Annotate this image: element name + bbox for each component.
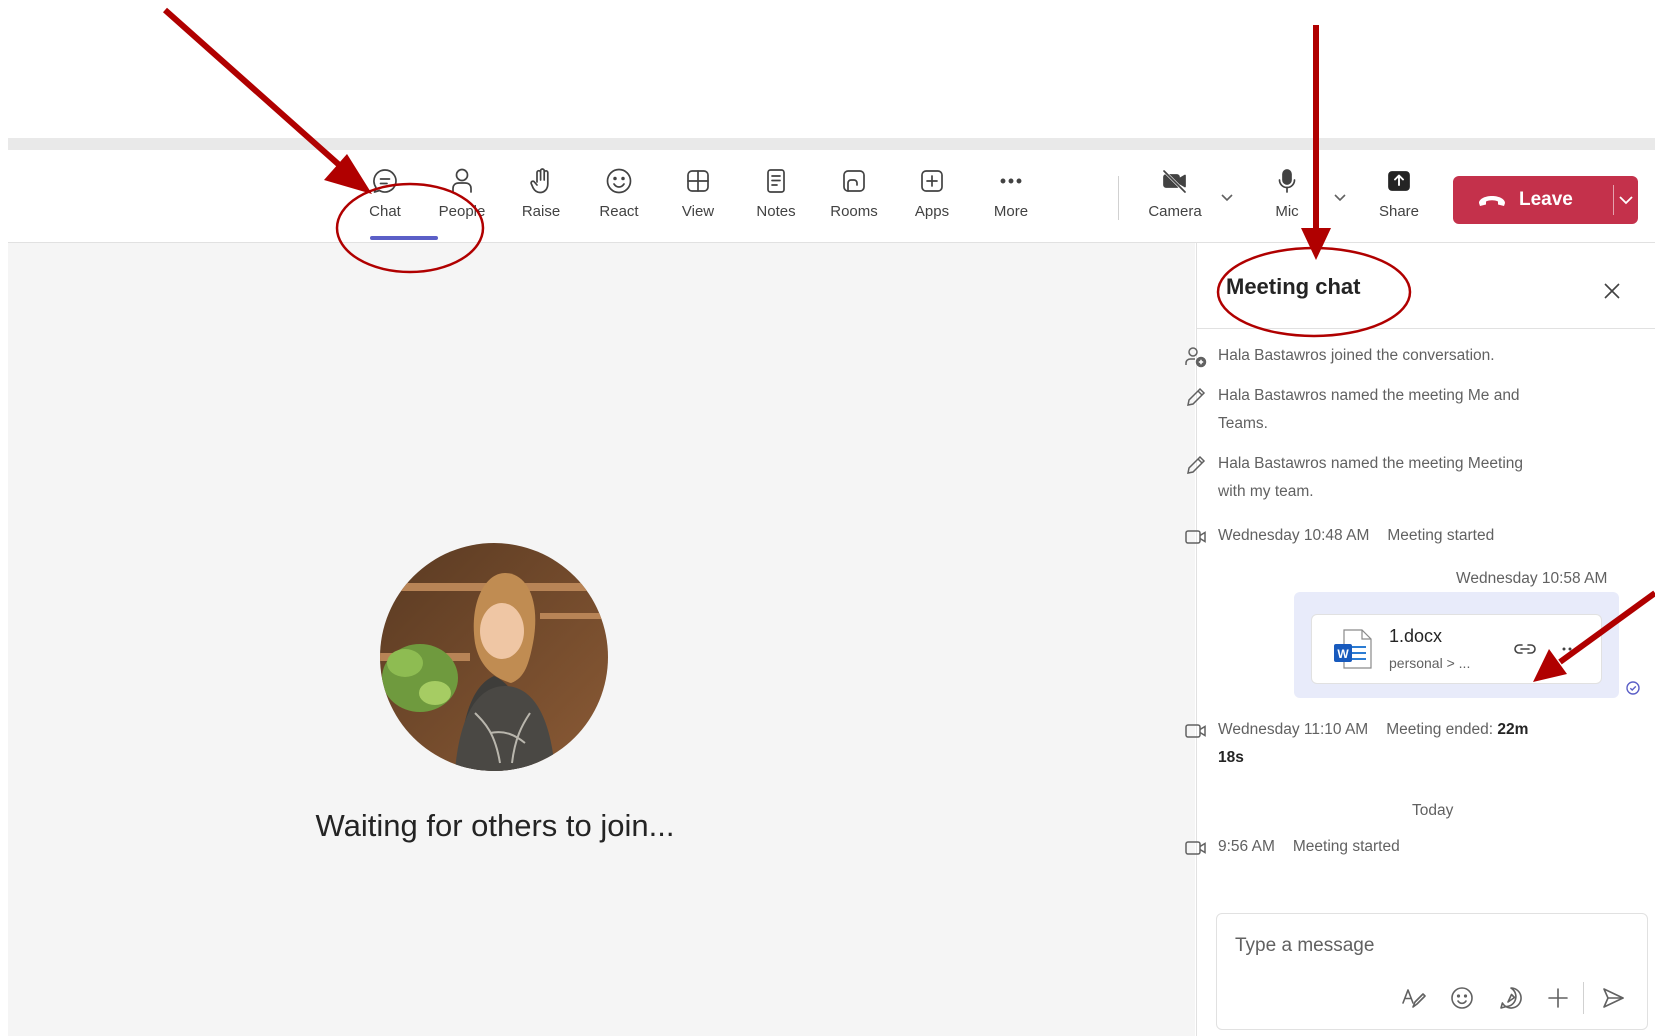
event-text: Meeting started <box>1292 838 1400 855</box>
event-time: Wednesday 10:48 AM <box>1218 527 1370 544</box>
leave-button[interactable]: Leave <box>1453 176 1638 224</box>
toolbar-more-button[interactable]: More <box>975 166 1047 228</box>
toolbar-chat-button[interactable]: Chat <box>349 166 421 228</box>
mic-icon <box>1278 169 1296 193</box>
toolbar-divider <box>1118 176 1119 220</box>
toolbar-view-button[interactable]: View <box>662 166 734 228</box>
person-add-icon <box>1185 347 1207 368</box>
window-top-strip <box>8 138 1655 150</box>
camera-off-icon <box>1162 169 1187 194</box>
toolbar-react-button[interactable]: React <box>583 166 655 228</box>
rooms-icon <box>843 170 865 192</box>
waiting-status-text: Waiting for others to join... <box>315 808 675 843</box>
toolbar-label: Apps <box>914 203 950 220</box>
toolbar-label: Raise <box>521 203 561 220</box>
video-icon <box>1185 841 1206 855</box>
link-icon[interactable] <box>1512 637 1538 661</box>
participant-photo <box>380 543 608 771</box>
chevron-down-icon <box>1619 196 1633 205</box>
toolbar-raise-button[interactable]: Raise <box>505 166 577 228</box>
event-text: Teams. <box>1218 415 1268 432</box>
send-icon[interactable] <box>1600 985 1626 1011</box>
loop-component-icon[interactable] <box>1498 985 1524 1011</box>
chat-event-meeting-started: Wednesday 10:48 AM Meeting started <box>1185 522 1495 550</box>
event-time: Wednesday 11:10 AM <box>1218 721 1369 738</box>
avatar <box>380 543 608 771</box>
video-icon <box>1185 724 1206 738</box>
more-dots-icon <box>1000 178 1022 184</box>
camera-options-chevron-icon[interactable] <box>1216 186 1238 208</box>
share-icon <box>1388 171 1410 191</box>
toolbar-people-button[interactable]: People <box>426 166 498 228</box>
event-text: Hala Bastawros named the meeting Me and <box>1218 387 1520 404</box>
add-plus-icon[interactable] <box>1545 985 1571 1011</box>
toolbar-notes-button[interactable]: Notes <box>740 166 812 228</box>
chat-header-divider <box>1196 328 1655 329</box>
chat-event-meeting-ended: Wednesday 11:10 AM Meeting ended: 22m 18s <box>1185 716 1529 772</box>
video-icon <box>1185 530 1206 544</box>
notes-icon <box>767 169 785 193</box>
toolbar-label: Rooms <box>830 203 878 220</box>
chat-event-renamed: Hala Bastawros named the meeting Meeting… <box>1187 450 1523 506</box>
toolbar-label: View <box>681 203 715 220</box>
day-divider: Today <box>1412 802 1454 819</box>
message-input[interactable] <box>1233 930 1627 962</box>
file-attachment-card[interactable]: W 1.docx personal > ... <box>1311 614 1602 684</box>
word-doc-icon: W <box>1334 629 1372 669</box>
meeting-duration: 22m <box>1497 721 1529 738</box>
apps-plus-icon <box>921 170 943 192</box>
event-text: Meeting started <box>1387 527 1495 544</box>
event-text: Hala Bastawros named the meeting Meeting <box>1218 455 1523 472</box>
leave-options-button[interactable] <box>1614 189 1638 211</box>
read-receipt-icon <box>1626 681 1640 695</box>
toolbar-apps-button[interactable]: Apps <box>896 166 968 228</box>
chat-event-renamed: Hala Bastawros named the meeting Me and … <box>1187 382 1520 438</box>
meeting-duration: 18s <box>1218 749 1244 766</box>
event-text: with my team. <box>1218 483 1314 500</box>
people-icon <box>452 168 472 193</box>
raise-hand-icon <box>530 168 549 194</box>
composer-divider <box>1583 982 1584 1014</box>
chat-active-indicator <box>370 236 438 240</box>
toolbar-label: Share <box>1378 203 1420 220</box>
toolbar-label: Chat <box>369 203 401 220</box>
emoji-icon[interactable] <box>1449 985 1475 1011</box>
chat-event-joined: Hala Bastawros joined the conversation. <box>1185 342 1495 370</box>
toolbar-rooms-button[interactable]: Rooms <box>818 166 890 228</box>
leave-label: Leave <box>1519 189 1573 210</box>
event-text: Meeting ended: <box>1386 721 1494 738</box>
event-text: Hala Bastawros joined the conversation. <box>1218 347 1495 364</box>
toolbar-camera-button[interactable]: Camera <box>1139 166 1211 228</box>
message-timestamp: Wednesday 10:58 AM <box>1456 570 1608 587</box>
toolbar-label: People <box>438 203 486 220</box>
chat-icon <box>373 169 397 193</box>
mic-options-chevron-icon[interactable] <box>1329 186 1351 208</box>
hang-up-phone-icon <box>1479 196 1505 206</box>
svg-text:W: W <box>1337 647 1349 661</box>
pencil-icon <box>1187 455 1206 474</box>
message-composer <box>1216 913 1648 1030</box>
toolbar-label: Camera <box>1148 203 1202 220</box>
chat-event-meeting-started: 9:56 AM Meeting started <box>1185 833 1400 861</box>
chat-panel-title: Meeting chat <box>1226 274 1361 299</box>
attachment-file-name: 1.docx <box>1389 626 1443 646</box>
smile-icon <box>606 168 632 194</box>
toolbar-mic-button[interactable]: Mic <box>1251 166 1323 228</box>
close-icon[interactable] <box>1601 280 1623 302</box>
format-text-icon[interactable] <box>1400 985 1426 1011</box>
toolbar-share-button[interactable]: Share <box>1363 166 1435 228</box>
pencil-icon <box>1187 387 1206 406</box>
attachment-file-path: personal > ... <box>1389 655 1471 671</box>
view-grid-icon <box>687 170 709 192</box>
toolbar-label: More <box>993 203 1029 220</box>
event-time: 9:56 AM <box>1218 838 1275 855</box>
more-dots-icon[interactable] <box>1560 639 1580 659</box>
leave-main-button[interactable]: Leave <box>1453 189 1613 211</box>
toolbar-label: Mic <box>1275 203 1299 220</box>
toolbar-label: Notes <box>756 203 796 220</box>
toolbar-label: React <box>599 203 639 220</box>
